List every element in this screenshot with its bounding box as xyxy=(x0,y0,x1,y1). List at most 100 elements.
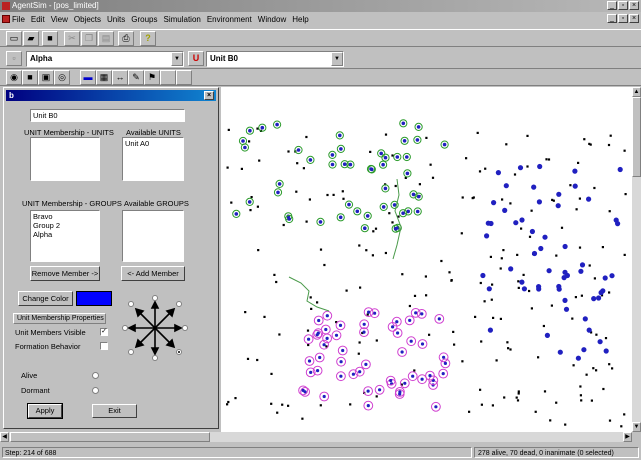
unit-combo[interactable]: Unit B0 ▼ xyxy=(206,51,344,67)
scroll-down-icon[interactable]: ▼ xyxy=(632,422,641,432)
scroll-up-icon[interactable]: ▲ xyxy=(632,87,641,97)
neutral-agent xyxy=(520,227,523,230)
magenta-unit-agent xyxy=(409,339,413,343)
blue-unit-agent xyxy=(556,191,562,197)
remove-member-button[interactable]: Remove Member -> xyxy=(30,266,100,281)
neutral-agent xyxy=(369,150,372,153)
chevron-down-icon[interactable]: ▼ xyxy=(171,52,183,66)
doc-close-button[interactable]: × xyxy=(629,14,639,23)
unit-color-swatch[interactable] xyxy=(76,291,112,306)
chevron-down-icon[interactable]: ▼ xyxy=(331,52,343,66)
draw-path-icon[interactable]: ✎ xyxy=(128,70,144,85)
menu-help[interactable]: Help xyxy=(292,15,308,24)
blue-unit-agent xyxy=(531,184,537,190)
menu-view[interactable]: View xyxy=(51,15,68,24)
close-button[interactable]: × xyxy=(629,1,639,10)
green-unit-agent xyxy=(411,192,416,197)
simulation-toolbar: ◉ ■ ▣ ◎ ▬ ▦ ↔ ✎ ⚑ xyxy=(0,69,641,86)
step-icon[interactable]: ▣ xyxy=(38,70,54,85)
group-icon[interactable]: ▫ xyxy=(6,51,22,66)
menu-units[interactable]: Units xyxy=(107,15,125,24)
menu-groups[interactable]: Groups xyxy=(131,15,157,24)
group-combo[interactable]: Alpha ▼ xyxy=(26,51,184,67)
list-item[interactable]: Bravo xyxy=(33,212,97,221)
simulation-canvas[interactable] xyxy=(221,87,632,432)
available-units-list[interactable]: Unit A0 xyxy=(122,137,184,181)
member-groups-list[interactable]: Bravo Group 2 Alpha xyxy=(30,210,100,262)
save-icon[interactable]: ■ xyxy=(42,31,58,46)
available-groups-list[interactable] xyxy=(122,210,184,262)
alive-radio[interactable] xyxy=(92,372,99,379)
panel-close-icon[interactable]: × xyxy=(204,91,214,100)
green-unit-agent xyxy=(308,158,313,162)
neutral-agent xyxy=(296,162,299,165)
neutral-agent xyxy=(428,333,431,336)
magenta-unit-agent xyxy=(366,404,370,408)
neutral-agent xyxy=(305,220,308,223)
magenta-unit-agent xyxy=(307,359,312,363)
neutral-agent xyxy=(341,190,344,193)
menu-objects[interactable]: Objects xyxy=(74,15,101,24)
neutral-agent xyxy=(528,289,531,293)
vertical-scroll-thumb[interactable] xyxy=(632,97,641,177)
neutral-agent xyxy=(479,281,482,285)
scroll-right-icon[interactable]: ▶ xyxy=(623,432,632,442)
change-color-button[interactable]: Change Color xyxy=(18,291,73,306)
reset-icon[interactable]: ◎ xyxy=(54,70,70,85)
grid-icon[interactable]: ▦ xyxy=(96,70,112,85)
blue-unit-agent xyxy=(578,268,584,274)
doc-minimize-button[interactable]: _ xyxy=(607,14,617,23)
menu-simulation[interactable]: Simulation xyxy=(163,15,200,24)
help-icon[interactable]: ? xyxy=(140,31,156,46)
document-icon[interactable] xyxy=(2,15,10,23)
doc-restore-button[interactable]: ▫ xyxy=(618,14,628,23)
scroll-left-icon[interactable]: ◀ xyxy=(0,432,9,442)
blue-unit-agent xyxy=(586,327,592,333)
minimize-button[interactable]: _ xyxy=(607,1,617,10)
dormant-radio[interactable] xyxy=(92,387,99,394)
properties-tab[interactable]: Unit Membership Properties xyxy=(13,313,106,324)
menu-window[interactable]: Window xyxy=(258,15,286,24)
neutral-agent xyxy=(474,315,477,318)
neutral-agent xyxy=(249,209,252,212)
member-units-list[interactable] xyxy=(30,137,100,181)
list-item[interactable]: Alpha xyxy=(33,230,97,239)
blue-unit-agent xyxy=(562,243,568,250)
magenta-unit-agent xyxy=(324,327,328,332)
print-icon[interactable]: ⎙ xyxy=(118,31,134,46)
open-folder-icon[interactable]: ▰ xyxy=(23,31,39,46)
exit-button[interactable]: Exit xyxy=(92,404,137,418)
copy-icon[interactable]: ❐ xyxy=(81,31,97,46)
horizontal-scroll-thumb[interactable] xyxy=(10,432,210,442)
record-icon[interactable]: ◉ xyxy=(6,70,22,85)
neutral-agent xyxy=(601,246,604,249)
neutral-agent xyxy=(480,340,483,343)
paste-icon[interactable]: ▤ xyxy=(98,31,114,46)
vertical-scrollbar[interactable]: ▲ ▼ xyxy=(632,87,641,432)
measure-icon[interactable]: ↔ xyxy=(112,70,128,85)
formation-behavior-checkbox[interactable] xyxy=(100,342,108,350)
add-member-button[interactable]: <- Add Member xyxy=(121,266,185,281)
formation-direction-icon[interactable] xyxy=(122,294,188,362)
menu-file[interactable]: File xyxy=(12,15,25,24)
neutral-agent xyxy=(528,235,532,238)
neutral-agent xyxy=(578,246,582,249)
blank-tool-2[interactable] xyxy=(176,70,192,85)
list-item[interactable]: Group 2 xyxy=(33,221,97,230)
cut-icon[interactable]: ✂ xyxy=(64,31,80,46)
list-item[interactable]: Unit A0 xyxy=(125,139,181,148)
menu-environment[interactable]: Environment xyxy=(207,15,252,24)
maximize-button[interactable]: ▫ xyxy=(618,1,628,10)
new-file-icon[interactable]: ▭ xyxy=(6,31,22,46)
horizontal-scrollbar[interactable]: ◀ ▶ xyxy=(0,432,632,442)
unit-name-input[interactable]: Unit B0 xyxy=(30,109,185,122)
unit-icon[interactable]: U xyxy=(188,51,204,66)
menu-edit[interactable]: Edit xyxy=(31,15,45,24)
terrain-icon[interactable]: ▬ xyxy=(80,70,96,85)
apply-button[interactable]: Apply xyxy=(27,403,63,419)
blank-tool-1[interactable] xyxy=(160,70,176,85)
flag-icon[interactable]: ⚑ xyxy=(144,70,160,85)
stop-icon[interactable]: ■ xyxy=(22,70,38,85)
green-unit-agent xyxy=(296,148,301,152)
members-visible-checkbox[interactable]: ✓ xyxy=(100,328,108,336)
